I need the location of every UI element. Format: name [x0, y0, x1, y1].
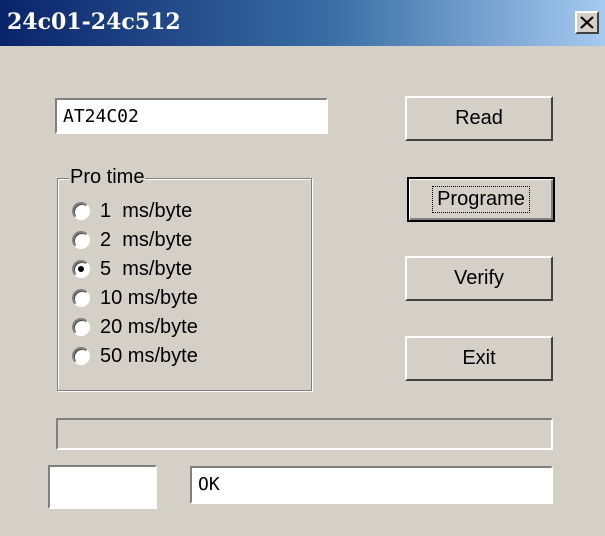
progress-bar: [56, 418, 553, 450]
pro-time-option[interactable]: 20 ms/byte: [72, 314, 198, 340]
pro-time-option-label: 2 ms/byte: [100, 228, 193, 251]
pro-time-option-label: 50 ms/byte: [100, 344, 198, 367]
verify-button-label: Verify: [453, 267, 505, 289]
read-button[interactable]: Read: [405, 96, 553, 141]
close-button[interactable]: [575, 11, 599, 34]
status-field[interactable]: OK: [190, 466, 553, 504]
program-button[interactable]: Programe: [407, 177, 555, 222]
pro-time-group: Pro time 1 ms/byte 2 ms/byte 5 ms/byte 10 m…: [57, 166, 312, 391]
radio-button[interactable]: [72, 231, 90, 249]
exit-button-label: Exit: [462, 347, 496, 369]
pro-time-option[interactable]: 2 ms/byte: [72, 227, 192, 253]
chip-type-field[interactable]: AT24C02: [55, 98, 328, 134]
radio-button[interactable]: [72, 318, 90, 336]
title-bar: 24c01-24c512: [0, 0, 605, 46]
exit-button[interactable]: Exit: [405, 336, 553, 381]
pro-time-option[interactable]: 10 ms/byte: [72, 285, 198, 311]
close-icon: [580, 16, 594, 29]
pro-time-option[interactable]: 1 ms/byte: [72, 198, 192, 224]
verify-button[interactable]: Verify: [405, 256, 553, 301]
pro-time-option-label: 10 ms/byte: [100, 286, 198, 309]
read-button-label: Read: [455, 107, 503, 129]
pro-time-option[interactable]: 50 ms/byte: [72, 343, 198, 369]
pro-time-option-label: 20 ms/byte: [100, 315, 198, 338]
pro-time-option-label: 1 ms/byte: [100, 199, 193, 222]
address-field[interactable]: [48, 465, 157, 509]
radio-button[interactable]: [72, 202, 90, 220]
radio-button[interactable]: [72, 347, 90, 365]
pro-time-option-label: 5 ms/byte: [100, 257, 193, 280]
radio-button[interactable]: [72, 289, 90, 307]
pro-time-option[interactable]: 5 ms/byte: [72, 256, 192, 282]
program-button-label: Programe: [432, 186, 530, 213]
radio-button[interactable]: [72, 260, 90, 278]
window-title: 24c01-24c512: [7, 9, 181, 35]
pro-time-label: Pro time: [69, 166, 146, 189]
dialog-window: 24c01-24c512 AT24C02 Read Programe Verif…: [0, 0, 605, 536]
